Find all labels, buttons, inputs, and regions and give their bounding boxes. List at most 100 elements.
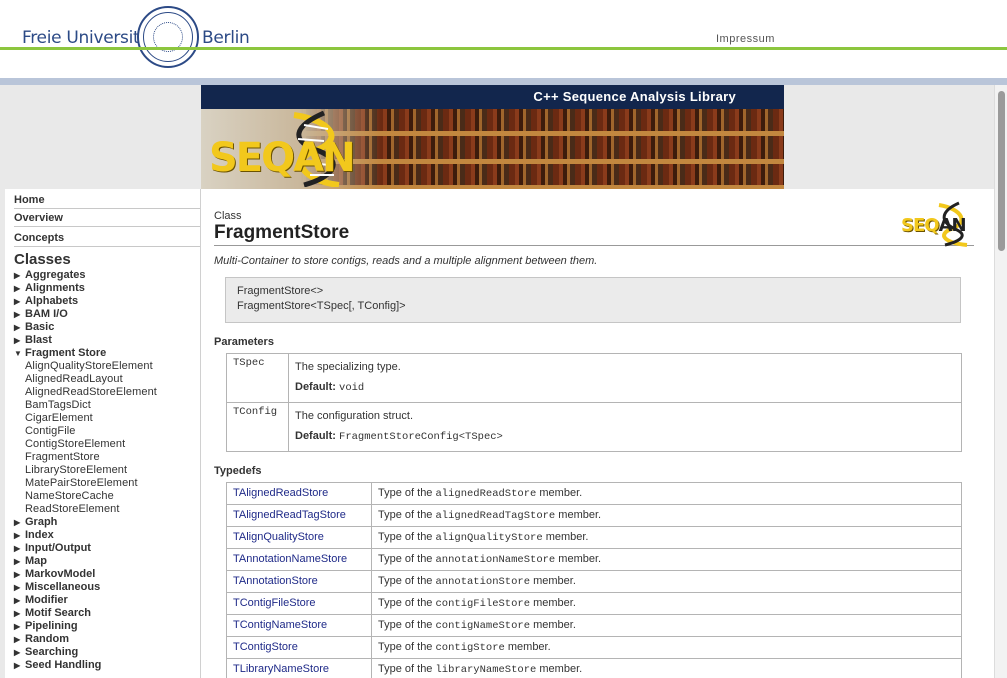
typedef-link[interactable]: TLibraryNameStore bbox=[226, 658, 372, 678]
page-scrollbar[interactable] bbox=[994, 85, 1007, 678]
sidebar-class-link[interactable]: AlignQualityStoreElement bbox=[14, 360, 200, 373]
triangle-right-icon: ▶ bbox=[14, 297, 21, 306]
sidebar-class-link[interactable]: MatePairStoreElement bbox=[14, 477, 200, 490]
sidebar-category[interactable]: ▶ Graph bbox=[14, 516, 200, 529]
typedef-link[interactable]: TContigStore bbox=[226, 636, 372, 659]
typedef-suffix: member. bbox=[558, 553, 602, 565]
typedef-member: libraryNameStore bbox=[435, 664, 537, 676]
sidebar-category[interactable]: ▶ Random bbox=[14, 633, 200, 646]
sidebar-category[interactable]: ▶ Map bbox=[14, 555, 200, 568]
sidebar-category[interactable]: ▶ Blast bbox=[14, 334, 200, 347]
sidebar-class-link[interactable]: NameStoreCache bbox=[14, 490, 200, 503]
impressum-link[interactable]: Impressum bbox=[716, 33, 775, 45]
typedef-link[interactable]: TContigNameStore bbox=[226, 614, 372, 637]
typedef-prefix: Type of the bbox=[378, 619, 433, 631]
university-header: Freie Universität Berlin Impressum bbox=[0, 0, 1007, 78]
sidebar-class-link[interactable]: FragmentStore bbox=[14, 451, 200, 464]
triangle-right-icon: ▶ bbox=[14, 544, 21, 553]
typedef-prefix: Type of the bbox=[378, 509, 433, 521]
sidebar-category[interactable]: ▶ Modifier bbox=[14, 594, 200, 607]
sidebar-category-label: BAM I/O bbox=[25, 308, 68, 320]
sidebar-class-link[interactable]: ReadStoreElement bbox=[14, 503, 200, 516]
typedef-suffix: member. bbox=[545, 531, 589, 543]
sidebar-class-link[interactable]: LibraryStoreElement bbox=[14, 464, 200, 477]
typedef-suffix: member. bbox=[533, 575, 576, 587]
scrollbar-thumb[interactable] bbox=[998, 91, 1005, 251]
sidebar-category[interactable]: ▶ Aggregates bbox=[14, 269, 200, 282]
parameters-table: TSpec The specializing type. Default: void… bbox=[226, 353, 962, 452]
seqan-logo[interactable]: SEQAN bbox=[209, 135, 356, 181]
sidebar-category[interactable]: ▶ Seed Handling bbox=[14, 659, 200, 672]
triangle-right-icon: ▶ bbox=[14, 648, 21, 657]
sidebar-category[interactable]: ▶ Index bbox=[14, 529, 200, 542]
sidebar-category-label: Blast bbox=[25, 334, 52, 346]
typedef-link[interactable]: TAnnotationStore bbox=[226, 570, 372, 593]
typedef-link[interactable]: TAlignQualityStore bbox=[226, 526, 372, 549]
typedef-link[interactable]: TAnnotationNameStore bbox=[226, 548, 372, 571]
sidebar-class-link[interactable]: ContigStoreElement bbox=[14, 438, 200, 451]
sidebar-item-home[interactable]: Home bbox=[14, 191, 200, 209]
triangle-right-icon: ▶ bbox=[14, 557, 21, 566]
sidebar-category[interactable]: ▶ MarkovModel bbox=[14, 568, 200, 581]
sidebar-category[interactable]: ▶ Searching bbox=[14, 646, 200, 659]
sidebar-category-expanded[interactable]: ▼ Fragment Store bbox=[14, 347, 200, 360]
typedef-link[interactable]: TContigFileStore bbox=[226, 592, 372, 615]
seqan-small-logo: SEQAN bbox=[901, 201, 973, 247]
sidebar-category[interactable]: ▶ Alignments bbox=[14, 282, 200, 295]
typedef-prefix: Type of the bbox=[378, 597, 433, 609]
typedef-row: TContigNameStore Type of the contigNameSt… bbox=[226, 614, 962, 637]
typedef-member: alignedReadTagStore bbox=[435, 510, 556, 522]
typedef-row: TLibraryNameStore Type of the libraryName… bbox=[226, 658, 962, 678]
signature-line: FragmentStore<> bbox=[237, 285, 324, 297]
typedef-description: Type of the contigStore member. bbox=[371, 636, 962, 659]
triangle-right-icon: ▶ bbox=[14, 661, 21, 670]
sidebar-class-link[interactable]: AlignedReadStoreElement bbox=[14, 386, 200, 399]
typedef-suffix: member. bbox=[533, 597, 576, 609]
triangle-right-icon: ▶ bbox=[14, 518, 21, 527]
sidebar-class-link[interactable]: ContigFile bbox=[14, 425, 200, 438]
typedef-description: Type of the alignQualityStore member. bbox=[371, 526, 962, 549]
typedef-description: Type of the alignedReadTagStore member. bbox=[371, 504, 962, 527]
default-label: Default: bbox=[295, 430, 336, 442]
sidebar-category[interactable]: ▶ Motif Search bbox=[14, 607, 200, 620]
sidebar-category-label: Searching bbox=[25, 646, 79, 658]
sidebar-category[interactable]: ▶ Miscellaneous bbox=[14, 581, 200, 594]
typedef-row: TAnnotationStore Type of the annotationSt… bbox=[226, 570, 962, 593]
typedef-description: Type of the contigNameStore member. bbox=[371, 614, 962, 637]
sidebar-category[interactable]: ▶ BAM I/O bbox=[14, 308, 200, 321]
triangle-right-icon: ▶ bbox=[14, 271, 21, 280]
sidebar-category[interactable]: ▶ Basic bbox=[14, 321, 200, 334]
typedef-member: alignedReadStore bbox=[435, 488, 537, 500]
typedef-row: TAlignedReadStore Type of the alignedRead… bbox=[226, 482, 962, 505]
default-label: Default: bbox=[295, 381, 336, 393]
typedef-suffix: member. bbox=[539, 663, 583, 675]
sidebar-category-label: Random bbox=[25, 633, 69, 645]
typedef-description: Type of the contigFileStore member. bbox=[371, 592, 962, 615]
sidebar-category[interactable]: ▶ Input/Output bbox=[14, 542, 200, 555]
typedef-description: Type of the libraryNameStore member. bbox=[371, 658, 962, 678]
sidebar-item-overview[interactable]: Overview bbox=[14, 209, 200, 227]
sidebar-classes-heading: Classes bbox=[14, 251, 71, 268]
banner-library-image: SEQAN bbox=[201, 109, 784, 189]
parameter-name: TConfig bbox=[226, 402, 289, 452]
typedef-prefix: Type of the bbox=[378, 553, 433, 565]
sidebar-item-concepts[interactable]: Concepts bbox=[14, 229, 200, 247]
typedef-link[interactable]: TAlignedReadStore bbox=[226, 482, 372, 505]
sidebar-class-link[interactable]: BamTagsDict bbox=[14, 399, 200, 412]
sidebar-category-label: Motif Search bbox=[25, 607, 92, 619]
parameter-row: TSpec The specializing type. Default: void bbox=[226, 353, 962, 403]
signature-box: FragmentStore<> FragmentStore<TSpec[, TC… bbox=[225, 277, 961, 323]
university-seal-icon bbox=[137, 6, 199, 68]
typedefs-table: TAlignedReadStore Type of the alignedRead… bbox=[226, 482, 962, 678]
typedef-description: Type of the annotationNameStore member. bbox=[371, 548, 962, 571]
sidebar-class-link[interactable]: AlignedReadLayout bbox=[14, 373, 200, 386]
sidebar-class-link[interactable]: CigarElement bbox=[14, 412, 200, 425]
triangle-right-icon: ▶ bbox=[14, 323, 21, 332]
sidebar-category-label: Alphabets bbox=[25, 295, 79, 307]
triangle-right-icon: ▶ bbox=[14, 622, 21, 631]
typedef-link[interactable]: TAlignedReadTagStore bbox=[226, 504, 372, 527]
sidebar-category[interactable]: ▶ Pipelining bbox=[14, 620, 200, 633]
sidebar-category[interactable]: ▶ Alphabets bbox=[14, 295, 200, 308]
typedef-prefix: Type of the bbox=[378, 641, 433, 653]
parameter-default: Default: FragmentStoreConfig<TSpec> bbox=[295, 426, 955, 447]
